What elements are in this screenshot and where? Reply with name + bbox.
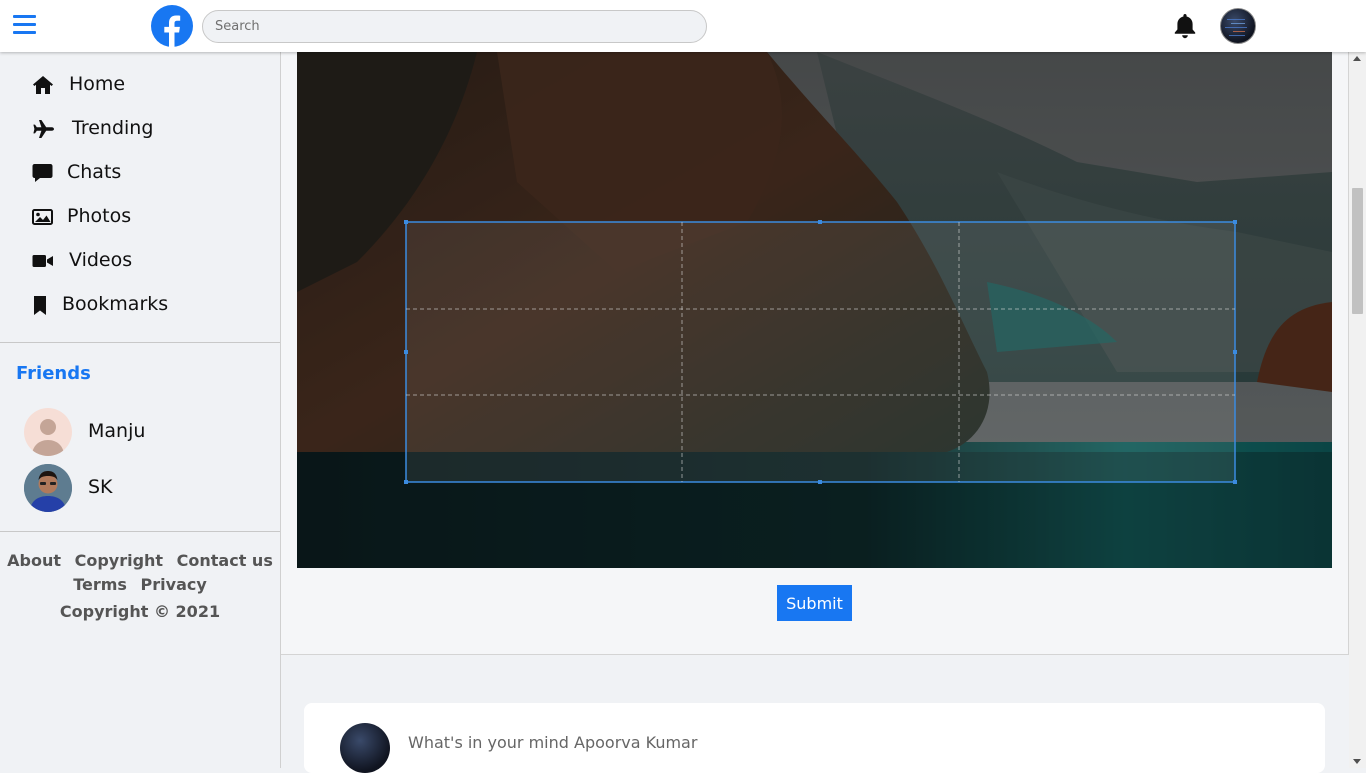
search-input[interactable]: [202, 10, 707, 43]
bell-notification-icon[interactable]: [1172, 12, 1198, 40]
post-input[interactable]: What's in your mind Apoorva Kumar: [408, 733, 697, 752]
top-navbar: [0, 0, 1366, 52]
sidebar-item-label: Photos: [67, 205, 132, 227]
image-crop-panel: Submit: [281, 52, 1349, 655]
chat-bubble-icon: [32, 164, 53, 182]
friend-avatar: [24, 464, 72, 512]
user-avatar: [340, 723, 390, 773]
friend-avatar: [24, 408, 72, 456]
sidebar-divider: [0, 531, 280, 532]
scroll-up-arrow-icon[interactable]: [1353, 56, 1361, 61]
sidebar-item-label: Home: [69, 73, 126, 95]
hamburger-menu-icon[interactable]: [13, 15, 36, 35]
footer-link-copyright[interactable]: Copyright: [75, 551, 163, 570]
sidebar-item-label: Trending: [72, 117, 154, 139]
footer-links: About Copyright Contact us Terms Privacy: [0, 549, 280, 597]
image-icon: [32, 209, 53, 225]
sidebar-item-photos[interactable]: Photos: [0, 197, 280, 237]
page-scrollbar[interactable]: [1349, 52, 1366, 768]
sidebar-item-home[interactable]: Home: [0, 65, 280, 105]
sidebar-divider: [0, 342, 280, 343]
submit-button[interactable]: Submit: [777, 585, 852, 621]
sidebar-item-videos[interactable]: Videos: [0, 241, 280, 281]
facebook-logo-icon[interactable]: [151, 5, 193, 47]
scrollbar-thumb[interactable]: [1352, 188, 1363, 314]
left-sidebar: Home Trending Chats Photos Videos Bookma…: [0, 52, 281, 768]
sidebar-item-chats[interactable]: Chats: [0, 153, 280, 193]
sidebar-item-label: Chats: [67, 161, 122, 183]
airplane-icon: [33, 120, 54, 138]
sidebar-item-label: Videos: [69, 249, 133, 271]
sidebar-item-bookmarks[interactable]: Bookmarks: [0, 285, 280, 325]
friend-item-sk[interactable]: SK: [24, 464, 264, 512]
crop-photo: [297, 52, 1332, 568]
friend-name: SK: [88, 476, 113, 498]
scroll-down-arrow-icon[interactable]: [1353, 759, 1361, 764]
bookmark-icon: [34, 296, 46, 315]
home-icon: [33, 76, 53, 94]
footer-link-contact[interactable]: Contact us: [177, 551, 273, 570]
friend-item-manju[interactable]: Manju: [24, 408, 264, 456]
sidebar-item-label: Bookmarks: [62, 293, 169, 315]
footer-link-privacy[interactable]: Privacy: [141, 575, 207, 594]
footer-link-terms[interactable]: Terms: [73, 575, 127, 594]
friends-heading: Friends: [16, 363, 91, 384]
copyright-text: Copyright © 2021: [59, 602, 221, 621]
footer-link-about[interactable]: About: [7, 551, 61, 570]
friend-name: Manju: [88, 420, 146, 442]
video-camera-icon: [32, 255, 53, 267]
landscape-photo: [297, 52, 1332, 568]
create-post-box: What's in your mind Apoorva Kumar: [304, 703, 1325, 773]
sidebar-item-trending[interactable]: Trending: [0, 109, 280, 149]
user-avatar[interactable]: [1220, 8, 1256, 44]
